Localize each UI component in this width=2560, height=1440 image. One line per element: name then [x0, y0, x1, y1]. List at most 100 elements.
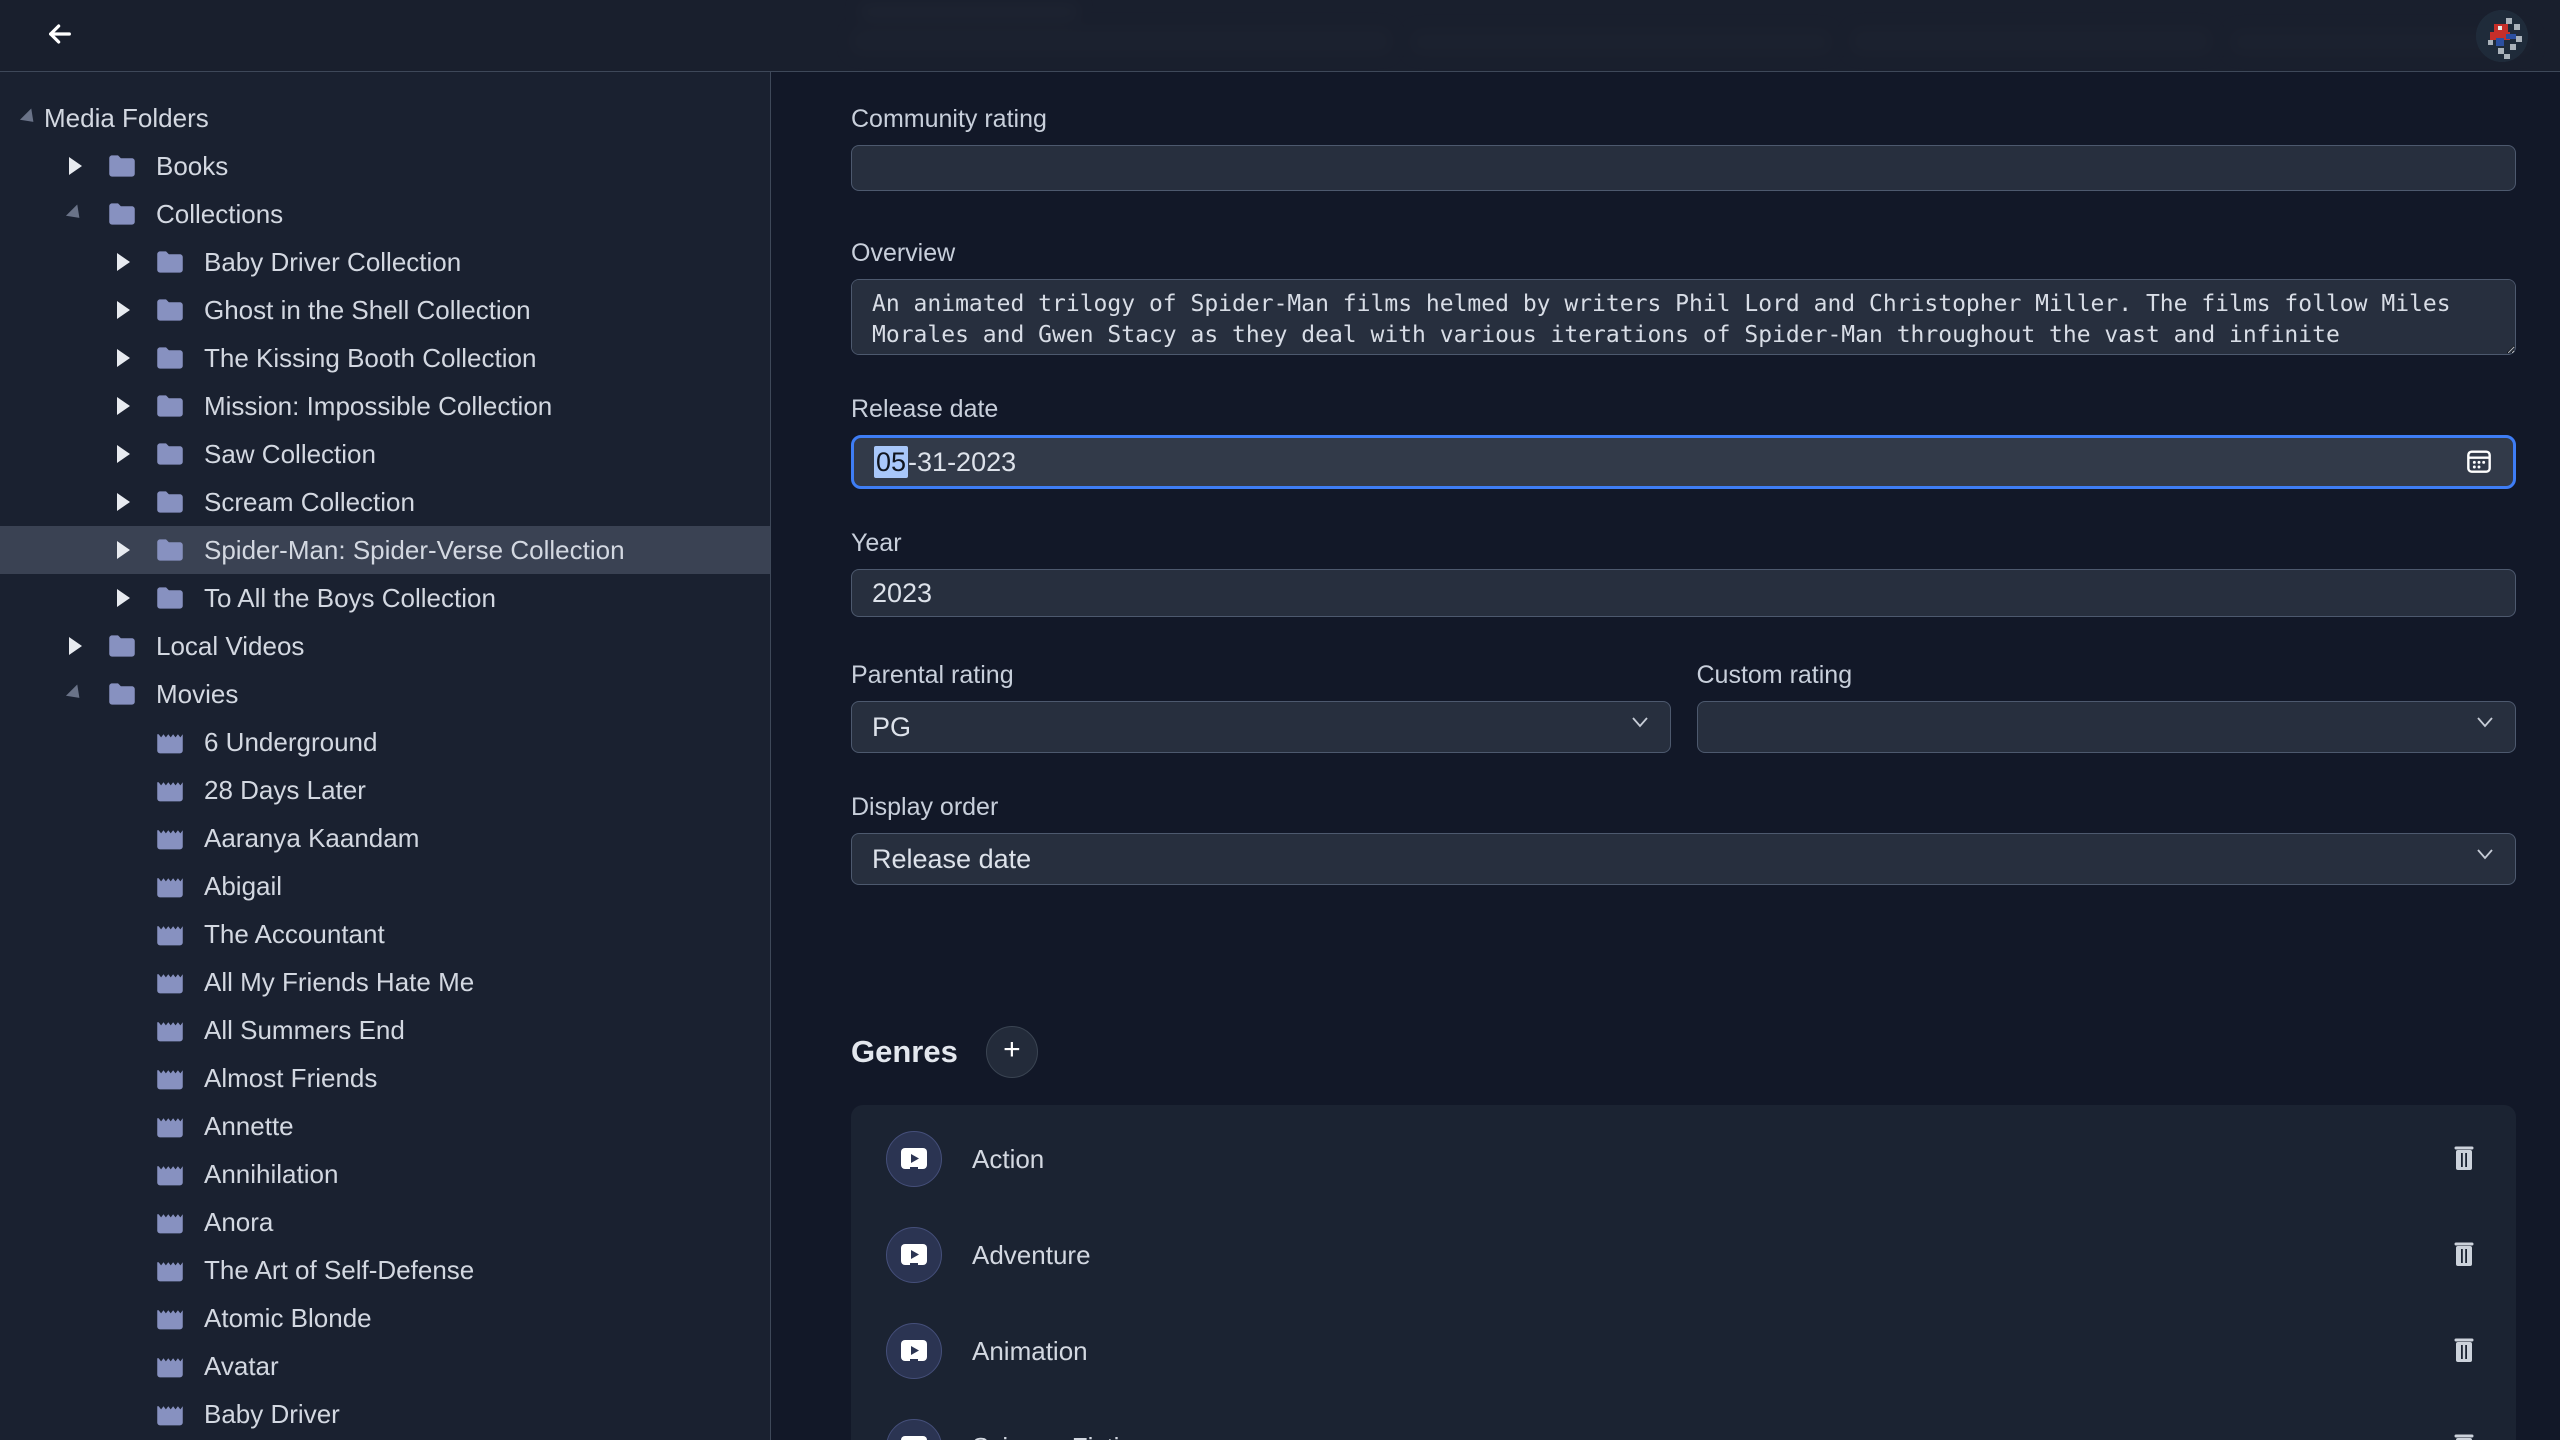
tree-item-movies[interactable]: Movies	[0, 670, 770, 718]
overview-textarea[interactable]: An animated trilogy of Spider-Man films …	[851, 279, 2516, 355]
folder-icon	[152, 484, 188, 520]
movie-icon	[152, 1204, 188, 1240]
tree-item-label: Annette	[204, 1111, 294, 1142]
tree-item-annihilation[interactable]: Annihilation	[0, 1150, 770, 1198]
tree-item-atomic-blonde[interactable]: Atomic Blonde	[0, 1294, 770, 1342]
caret-icon[interactable]	[108, 493, 138, 511]
caret-icon[interactable]	[108, 253, 138, 271]
tree-item-label: To All the Boys Collection	[204, 583, 496, 614]
tree-item-spider-man-spider-verse-collection[interactable]: Spider-Man: Spider-Verse Collection	[0, 526, 770, 574]
display-order-select[interactable]: Release date	[851, 833, 2516, 885]
delete-genre-button[interactable]	[2448, 1141, 2480, 1177]
chevron-down-icon	[1628, 709, 1652, 740]
tree-item-scream-collection[interactable]: Scream Collection	[0, 478, 770, 526]
movie-icon	[152, 1348, 188, 1384]
add-genre-button[interactable]: +	[986, 1026, 1038, 1078]
tree-item-28-days-later[interactable]: 28 Days Later	[0, 766, 770, 814]
release-date-input[interactable]: 05-31-2023	[851, 435, 2516, 489]
movie-icon	[152, 1252, 188, 1288]
release-date-label: Release date	[851, 395, 2516, 424]
tree-item-ghost-in-the-shell-collection[interactable]: Ghost in the Shell Collection	[0, 286, 770, 334]
genre-media-icon	[886, 1227, 942, 1283]
folder-icon	[152, 292, 188, 328]
tree-item-the-art-of-self-defense[interactable]: The Art of Self-Defense	[0, 1246, 770, 1294]
date-selected-segment: 05	[874, 446, 908, 478]
trash-icon	[2452, 1432, 2476, 1440]
movie-icon	[152, 1396, 188, 1432]
caret-icon[interactable]	[108, 445, 138, 463]
tree-item-almost-friends[interactable]: Almost Friends	[0, 1054, 770, 1102]
library-tree-sidebar: Media Folders Books Collections Baby Dri…	[0, 72, 771, 1440]
tree-item-collections[interactable]: Collections	[0, 190, 770, 238]
tree-item-mission-impossible-collection[interactable]: Mission: Impossible Collection	[0, 382, 770, 430]
tree-item-local-videos[interactable]: Local Videos	[0, 622, 770, 670]
caret-icon[interactable]	[108, 397, 138, 415]
genres-section-header: Genres +	[851, 1026, 2516, 1078]
calendar-picker-button[interactable]	[2461, 444, 2497, 480]
tree-item-all-summers-end[interactable]: All Summers End	[0, 1006, 770, 1054]
tree-item-6-underground[interactable]: 6 Underground	[0, 718, 770, 766]
genre-media-icon	[886, 1419, 942, 1440]
tree-item-label: Books	[156, 151, 228, 182]
parental-rating-select[interactable]: PG	[851, 701, 1671, 753]
tree-item-label: Baby Driver Collection	[204, 247, 461, 278]
movie-icon	[152, 724, 188, 760]
tree-item-avatar[interactable]: Avatar	[0, 1342, 770, 1390]
folder-icon	[104, 628, 140, 664]
tree-item-aaranya-kaandam[interactable]: Aaranya Kaandam	[0, 814, 770, 862]
arrow-left-icon	[44, 18, 76, 53]
community-rating-input[interactable]	[851, 145, 2516, 191]
caret-icon[interactable]	[60, 686, 90, 702]
display-order-label: Display order	[851, 793, 2516, 822]
tree-item-all-my-friends-hate-me[interactable]: All My Friends Hate Me	[0, 958, 770, 1006]
trash-icon	[2452, 1336, 2476, 1367]
tree-item-label: Media Folders	[44, 103, 209, 134]
tree-item-label: Scream Collection	[204, 487, 415, 518]
community-rating-field: Community rating	[851, 105, 2516, 191]
caret-icon[interactable]	[60, 637, 90, 655]
tree-item-label: Mission: Impossible Collection	[204, 391, 552, 422]
custom-rating-field: Custom rating	[1697, 661, 2517, 753]
trash-icon	[2452, 1144, 2476, 1175]
caret-icon[interactable]	[14, 110, 44, 126]
tree-item-anora[interactable]: Anora	[0, 1198, 770, 1246]
tree-item-the-kissing-booth-collection[interactable]: The Kissing Booth Collection	[0, 334, 770, 382]
parental-rating-value: PG	[872, 712, 911, 743]
caret-icon[interactable]	[108, 349, 138, 367]
movie-icon	[152, 868, 188, 904]
tree-item-label: Anora	[204, 1207, 273, 1238]
tree-item-label: Atomic Blonde	[204, 1303, 372, 1334]
display-order-field: Display order Release date	[851, 793, 2516, 885]
folder-icon	[152, 340, 188, 376]
caret-icon[interactable]	[108, 301, 138, 319]
caret-icon[interactable]	[108, 589, 138, 607]
caret-icon[interactable]	[60, 206, 90, 222]
tree-item-baby-driver-collection[interactable]: Baby Driver Collection	[0, 238, 770, 286]
tree-item-baby-driver[interactable]: Baby Driver	[0, 1390, 770, 1438]
tree-item-abigail[interactable]: Abigail	[0, 862, 770, 910]
movie-icon	[152, 772, 188, 808]
delete-genre-button[interactable]	[2448, 1333, 2480, 1369]
delete-genre-button[interactable]	[2448, 1237, 2480, 1273]
custom-rating-select[interactable]	[1697, 701, 2517, 753]
tree-item-media-folders[interactable]: Media Folders	[0, 94, 770, 142]
caret-icon[interactable]	[60, 157, 90, 175]
avatar[interactable]	[2476, 10, 2528, 62]
tree-item-to-all-the-boys-collection[interactable]: To All the Boys Collection	[0, 574, 770, 622]
movie-icon	[152, 916, 188, 952]
caret-icon[interactable]	[108, 541, 138, 559]
tree-item-the-accountant[interactable]: The Accountant	[0, 910, 770, 958]
tree-item-books[interactable]: Books	[0, 142, 770, 190]
movie-icon	[152, 1108, 188, 1144]
year-input[interactable]	[851, 569, 2516, 617]
movie-icon	[152, 1060, 188, 1096]
tree-item-label: 28 Days Later	[204, 775, 366, 806]
tree-item-saw-collection[interactable]: Saw Collection	[0, 430, 770, 478]
calendar-icon	[2463, 445, 2495, 480]
delete-genre-button[interactable]	[2448, 1429, 2480, 1440]
folder-icon	[104, 676, 140, 712]
date-rest: -31-2023	[908, 447, 1016, 477]
back-button[interactable]	[36, 12, 84, 60]
tree-item-annette[interactable]: Annette	[0, 1102, 770, 1150]
tree-item-label: Ghost in the Shell Collection	[204, 295, 531, 326]
